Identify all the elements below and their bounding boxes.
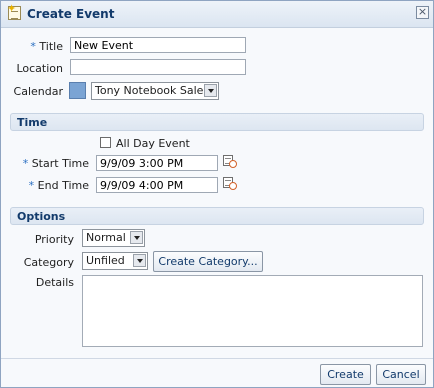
time-section-header: Time [10, 113, 424, 131]
calendar-select[interactable]: Tony Notebook Sales [91, 82, 219, 100]
location-input[interactable] [70, 59, 246, 75]
footer-divider [1, 358, 433, 359]
chevron-down-icon[interactable] [204, 84, 217, 97]
start-time-input[interactable]: 9/9/09 3:00 PM [96, 155, 218, 171]
calendar-color-swatch [69, 82, 86, 99]
location-label: Location [16, 62, 63, 75]
priority-select[interactable]: Normal [82, 229, 145, 247]
create-event-dialog: ✦ Create Event × * Title New Event Locat… [0, 0, 434, 388]
details-label: Details [35, 276, 74, 289]
category-select[interactable]: Unfiled [82, 252, 148, 270]
end-time-input[interactable]: 9/9/09 4:00 PM [96, 177, 218, 193]
start-time-label: * Start Time [22, 157, 89, 170]
create-button[interactable]: Create [320, 364, 371, 385]
create-category-button[interactable]: Create Category... [153, 251, 263, 272]
chevron-down-icon[interactable] [130, 231, 143, 244]
calendar-clock-icon[interactable] [223, 177, 238, 191]
cancel-button[interactable]: Cancel [376, 364, 426, 385]
new-event-icon: ✦ [7, 2, 21, 20]
calendar-label: Calendar [13, 85, 63, 98]
details-textarea[interactable] [82, 275, 423, 347]
options-section-header: Options [10, 207, 424, 225]
category-label: Category [23, 256, 74, 269]
chevron-down-icon[interactable] [133, 254, 146, 267]
priority-label: Priority [34, 233, 74, 246]
dialog-title: Create Event [27, 7, 115, 21]
dialog-titlebar: ✦ Create Event × [1, 1, 433, 28]
close-button[interactable]: × [416, 6, 429, 19]
title-label: * Title [30, 40, 63, 53]
all-day-label: All Day Event [116, 137, 190, 150]
all-day-checkbox[interactable] [100, 137, 111, 148]
calendar-clock-icon[interactable] [223, 155, 238, 169]
title-input[interactable]: New Event [70, 37, 246, 53]
end-time-label: * End Time [28, 179, 89, 192]
required-marker: * [30, 40, 36, 53]
